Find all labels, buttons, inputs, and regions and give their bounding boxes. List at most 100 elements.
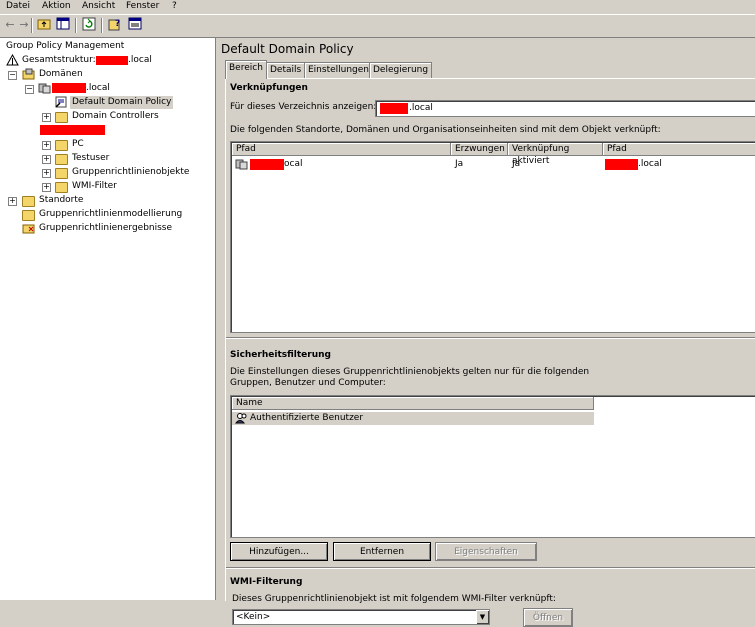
up-folder-icon[interactable] xyxy=(36,17,52,33)
svg-text:?: ? xyxy=(115,19,120,29)
column-header-label: Erzwungen xyxy=(455,144,505,154)
tree-domain-controllers-label: Domain Controllers xyxy=(72,111,159,121)
list-item-label: Authentifizierte Benutzer xyxy=(250,413,364,423)
tree-pc-label: PC xyxy=(72,139,84,149)
refresh-icon[interactable] xyxy=(81,17,97,33)
chevron-down-icon[interactable]: ▼ xyxy=(476,610,489,624)
column-header-path2[interactable]: Pfad xyxy=(603,143,755,156)
tree-forest-label: Gesamtstruktur: xyxy=(22,55,96,65)
section-divider xyxy=(226,337,755,339)
column-header-label: Name xyxy=(236,398,263,408)
domains-folder-icon xyxy=(22,68,35,80)
security-listview[interactable]: Name Authentifizierte Benutzer xyxy=(230,395,755,538)
redaction-block xyxy=(380,103,408,114)
properties-icon[interactable] xyxy=(127,17,143,33)
menu-bar: Datei Aktion Ansicht Fenster ? xyxy=(0,0,755,14)
show-for-value: .local xyxy=(409,103,433,113)
redaction-block xyxy=(96,56,128,65)
expand-gpo-icon[interactable]: + xyxy=(42,169,51,178)
menu-fenster[interactable]: Fenster xyxy=(126,0,159,13)
domain-icon xyxy=(38,83,51,94)
tab-einstellungen[interactable]: Einstellungen xyxy=(304,62,374,78)
tree-forest-suffix: .local xyxy=(128,55,152,65)
wmi-folder-icon xyxy=(55,182,68,193)
security-title: Sicherheitsfilterung xyxy=(230,350,331,360)
toolbar-separator xyxy=(75,18,77,33)
links-title: Verknüpfungen xyxy=(230,83,308,93)
properties-button[interactable]: Eigenschaften xyxy=(435,542,537,561)
column-header-label: Pfad xyxy=(236,144,256,154)
wmi-filter-select[interactable]: <Kein> ▼ xyxy=(232,609,490,625)
collapse-domains-icon[interactable]: − xyxy=(8,71,17,80)
gpo-folder-icon xyxy=(55,168,68,179)
tree-domains-label: Domänen xyxy=(39,69,83,79)
sites-folder-icon xyxy=(22,196,35,207)
column-header-label: Pfad xyxy=(607,144,627,154)
ou-folder-icon xyxy=(55,140,68,151)
page-title: Default Domain Policy xyxy=(221,42,354,56)
ou-folder-icon xyxy=(55,112,68,123)
tab-bereich[interactable]: Bereich xyxy=(225,60,267,79)
wmi-title: WMI-Filterung xyxy=(230,577,303,587)
redaction-block xyxy=(250,159,284,170)
expand-domain-controllers-icon[interactable]: + xyxy=(42,113,51,122)
open-button[interactable]: Öffnen xyxy=(523,608,573,627)
wmi-description: Dieses Gruppenrichtlinienobjekt ist mit … xyxy=(232,594,556,604)
user-group-icon xyxy=(235,413,247,424)
redaction-block xyxy=(40,125,105,135)
tree-wmi-label: WMI-Filter xyxy=(72,181,117,191)
ou-folder-icon xyxy=(55,154,68,165)
expand-sites-icon[interactable]: + xyxy=(8,197,17,206)
list-item[interactable]: Authentifizierte Benutzer xyxy=(232,412,594,425)
tree-default-domain-policy-label: Default Domain Policy xyxy=(70,96,174,109)
links-listview[interactable]: Pfad Erzwungen Verknüpfung aktiviert Pfa… xyxy=(230,141,755,333)
menu-datei[interactable]: Datei xyxy=(6,0,30,13)
gpo-link-icon xyxy=(55,96,67,108)
tree-testuser-label: Testuser xyxy=(72,153,110,163)
menu-ansicht[interactable]: Ansicht xyxy=(82,0,115,13)
tree-root-label: Group Policy Management xyxy=(6,41,125,51)
tree-gpo-label: Gruppenrichtlinienobjekte xyxy=(72,167,190,177)
cell-path: ocal xyxy=(284,159,303,169)
tree-modeling-label: Gruppenrichtlinienmodellierung xyxy=(39,209,183,219)
collapse-domain-icon[interactable]: − xyxy=(25,85,34,94)
redaction-block xyxy=(52,83,86,93)
menu-help[interactable]: ? xyxy=(172,0,177,13)
expand-testuser-icon[interactable]: + xyxy=(42,155,51,164)
help-icon[interactable]: ? xyxy=(107,17,123,33)
column-header-path[interactable]: Pfad xyxy=(232,143,451,156)
show-hide-tree-icon[interactable] xyxy=(55,17,71,33)
tab-delegierung[interactable]: Delegierung xyxy=(369,62,433,78)
forest-icon xyxy=(6,54,19,66)
toolbar-separator xyxy=(31,18,33,33)
cell-enabled: Ja xyxy=(512,159,521,169)
cell-path2: .local xyxy=(638,159,662,169)
redaction-block xyxy=(605,159,638,170)
column-header-enabled[interactable]: Verknüpfung aktiviert xyxy=(508,143,603,166)
tree-domain-suffix: .local xyxy=(86,83,110,93)
column-header-enforced[interactable]: Erzwungen xyxy=(451,143,508,156)
forward-arrow-icon[interactable]: → xyxy=(16,17,32,33)
show-for-label: Für dieses Verzeichnis anzeigen: xyxy=(230,102,377,112)
expand-pc-icon[interactable]: + xyxy=(42,141,51,150)
toolbar: ← → ? xyxy=(0,14,755,38)
show-for-field[interactable]: .local xyxy=(375,100,755,117)
add-button[interactable]: Hinzufügen... xyxy=(230,542,328,561)
security-description-line1: Die Einstellungen dieses Gruppenrichtlin… xyxy=(230,367,590,377)
results-folder-icon xyxy=(22,224,35,234)
wmi-selected-value: <Kein> xyxy=(236,612,271,622)
table-row[interactable]: ocal Ja Ja .local xyxy=(232,158,755,171)
links-description: Die folgenden Standorte, Domänen und Org… xyxy=(230,125,661,135)
tree-sites-label: Standorte xyxy=(39,195,84,205)
expand-wmi-icon[interactable]: + xyxy=(42,183,51,192)
tab-details[interactable]: Details xyxy=(266,62,306,78)
tab-panel: Verknüpfungen Für dieses Verzeichnis anz… xyxy=(225,78,755,627)
cell-enforced: Ja xyxy=(455,159,464,169)
section-divider xyxy=(226,567,755,569)
menu-aktion[interactable]: Aktion xyxy=(42,0,71,13)
security-description-line2: Gruppen, Benutzer und Computer: xyxy=(230,378,386,388)
tree-root-group-policy-management[interactable]: Group Policy Management xyxy=(6,40,124,53)
console-tree: Group Policy Management Gesamtstruktur: … xyxy=(0,38,216,600)
column-header-name[interactable]: Name xyxy=(232,397,594,410)
remove-button[interactable]: Entfernen xyxy=(333,542,431,561)
